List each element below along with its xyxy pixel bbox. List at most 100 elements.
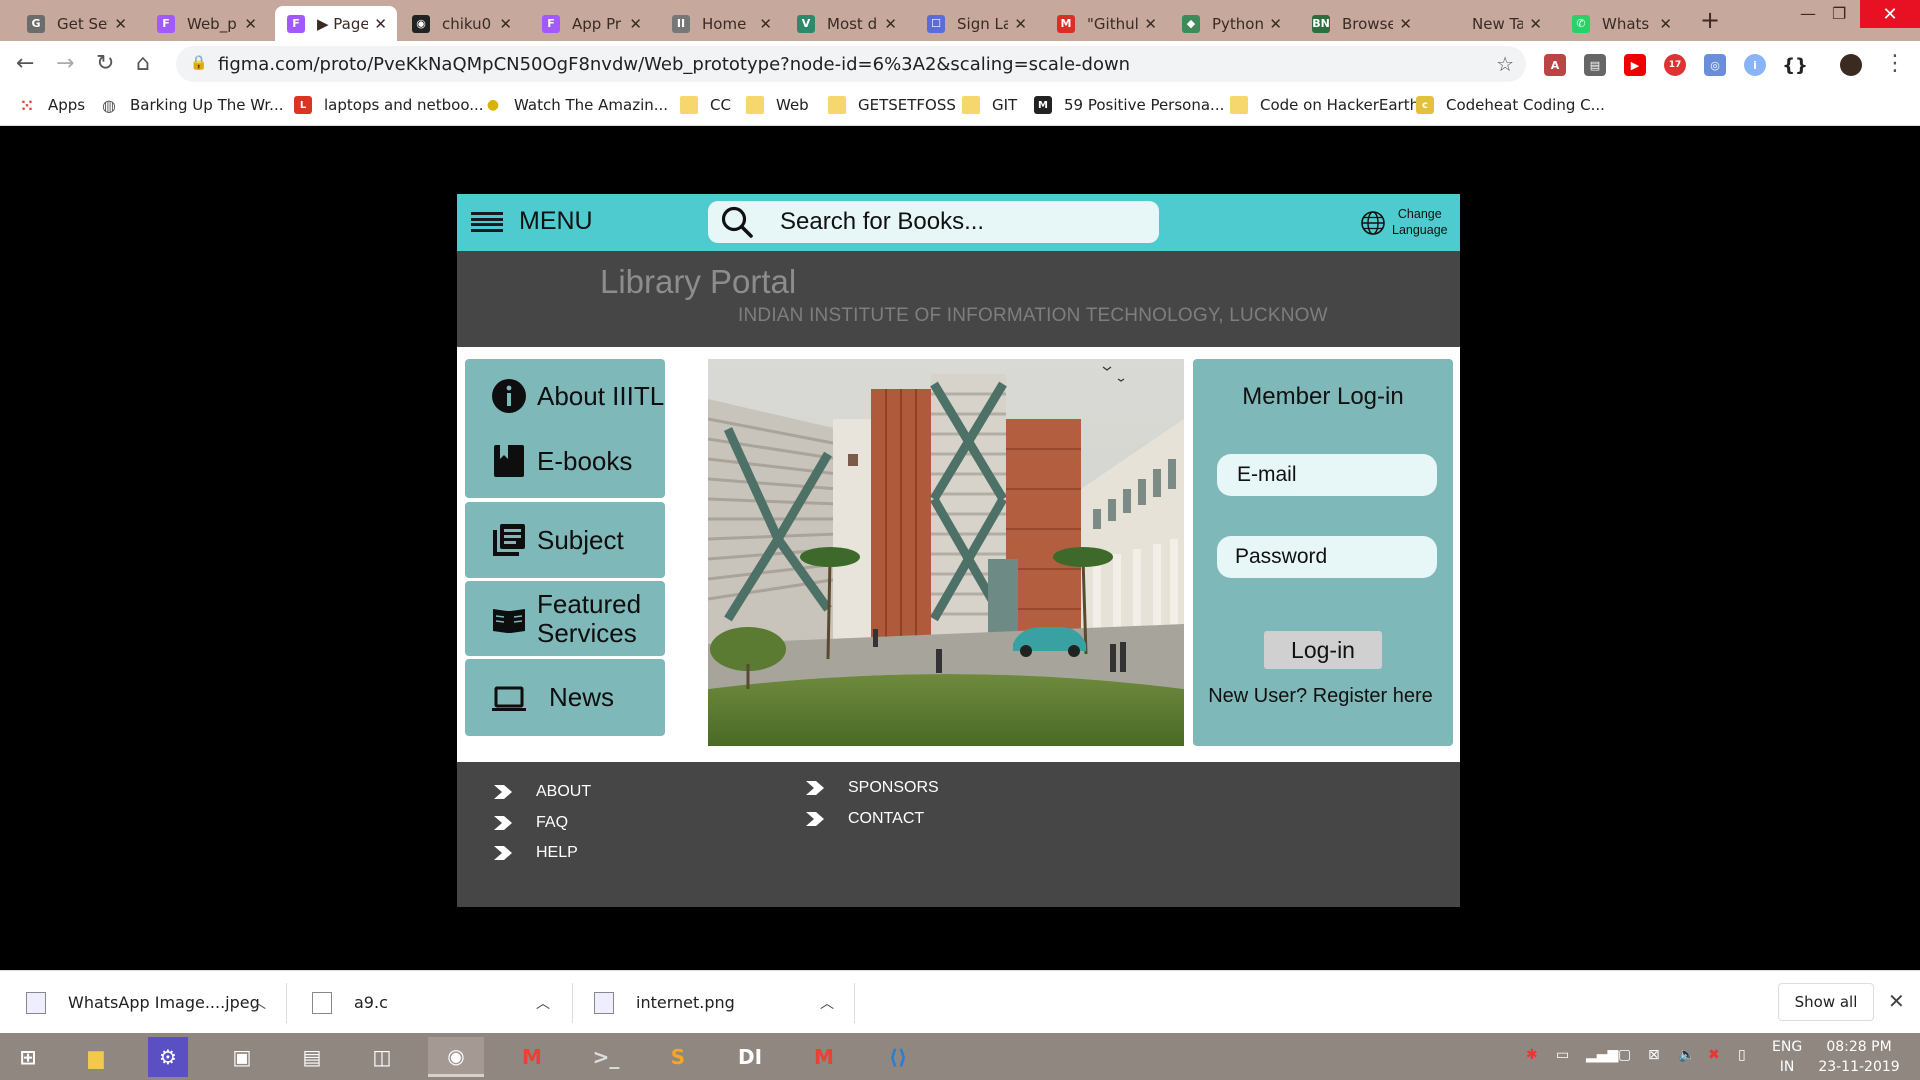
tab-close-icon[interactable]: ✕ <box>374 15 387 33</box>
bookmark-item[interactable]: GIT <box>962 96 1017 114</box>
show-all-downloads-button[interactable]: Show all <box>1778 983 1874 1021</box>
di-app-icon[interactable]: DI <box>722 1037 778 1077</box>
home-icon[interactable]: ⌂ <box>136 51 150 76</box>
browser-tab[interactable]: G Get Set ✕ <box>15 6 137 41</box>
window-close-icon[interactable]: ✕ <box>1860 0 1920 28</box>
tab-close-icon[interactable]: ✕ <box>629 15 642 33</box>
email-field[interactable] <box>1217 454 1437 496</box>
bookmark-item[interactable]: Llaptops and netboo... <box>294 96 484 114</box>
owl-extension-icon[interactable]: ◎ <box>1704 54 1726 76</box>
hamburger-menu-icon[interactable] <box>471 212 503 232</box>
tab-close-icon[interactable]: ✕ <box>1144 15 1157 33</box>
tab-close-icon[interactable]: ✕ <box>1014 15 1027 33</box>
new-tab-button[interactable]: + <box>1700 6 1720 34</box>
json-extension-icon[interactable]: {} <box>1782 54 1808 76</box>
footer-link-sponsors[interactable]: SPONSORS <box>806 779 939 797</box>
footer-link-about[interactable]: ABOUT <box>494 783 591 801</box>
bookmark-item[interactable]: ● Watch The Amazin... <box>484 96 668 114</box>
maximize-icon[interactable]: ❐ <box>1832 4 1846 23</box>
info-extension-icon[interactable]: i <box>1744 54 1766 76</box>
file-explorer-icon[interactable]: ▆ <box>68 1037 124 1077</box>
terminal-icon[interactable]: >_ <box>578 1037 634 1077</box>
computer-icon[interactable]: ▣ <box>214 1037 270 1077</box>
footer-link-help[interactable]: HELP <box>494 844 578 862</box>
bookmark-item[interactable]: ◍ Barking Up The Wr... <box>100 96 283 115</box>
display-tray-icon[interactable]: ▢ <box>1618 1047 1631 1063</box>
browser-tab[interactable]: II Home | ✕ <box>660 6 782 41</box>
signal-tray-icon[interactable]: ▂▄▆ <box>1586 1047 1618 1063</box>
footer-link-contact[interactable]: CONTACT <box>806 810 924 828</box>
tab-close-icon[interactable]: ✕ <box>759 15 772 33</box>
close-icon[interactable]: ✕ <box>1888 989 1905 1013</box>
sublime-text-icon[interactable]: S <box>650 1037 706 1077</box>
url-text[interactable]: figma.com/proto/PveKkNaQMpCN50OgF8nvdw/W… <box>218 54 1130 75</box>
reload-icon[interactable]: ↻ <box>96 51 114 76</box>
browser-tab[interactable]: F Web_p ✕ <box>145 6 267 41</box>
system-clock[interactable]: 08:28 PM 23-11-2019 <box>1816 1037 1902 1077</box>
bookmark-item[interactable]: Web <box>746 96 809 114</box>
search-icon[interactable] <box>720 205 754 239</box>
gmail-icon[interactable]: M <box>504 1037 560 1077</box>
sidebar-item-featured-services[interactable]: Featured Services <box>465 581 665 656</box>
antivirus-tray-icon[interactable]: ✱ <box>1526 1047 1538 1063</box>
change-language-button[interactable]: Change Language <box>1360 206 1460 240</box>
download-item[interactable]: internet.png ︿ <box>594 971 834 1034</box>
sidebar-item-subject[interactable]: Subject <box>465 502 665 578</box>
profile-avatar[interactable] <box>1840 54 1862 76</box>
bookmark-item[interactable]: ⁙ Apps <box>18 96 85 115</box>
download-item[interactable]: a9.c ︿ <box>312 971 550 1034</box>
browser-tab[interactable]: F ▶ Page ✕ <box>275 6 397 41</box>
vscode-icon[interactable]: ⟨⟩ <box>870 1037 926 1077</box>
tab-close-icon[interactable]: ✕ <box>244 15 257 33</box>
browser-tab[interactable]: V Most d ✕ <box>785 6 907 41</box>
browser-tab[interactable]: M "Githul ✕ <box>1045 6 1167 41</box>
browser-tab[interactable]: BN Browse ✕ <box>1300 6 1422 41</box>
sidebar-item-ebooks[interactable]: E-books <box>465 424 665 498</box>
chrome-menu-icon[interactable]: ⋮ <box>1884 51 1906 76</box>
login-button[interactable]: Log-in <box>1264 631 1382 669</box>
notification-extension-icon[interactable]: 17 <box>1664 54 1686 76</box>
footer-link-faq[interactable]: FAQ <box>494 814 568 832</box>
youtube-extension-icon[interactable]: ▶ <box>1624 54 1646 76</box>
tab-close-icon[interactable]: ✕ <box>114 15 127 33</box>
bookmark-star-icon[interactable]: ☆ <box>1496 52 1514 76</box>
browser-tab[interactable]: ◉ chiku0 ✕ <box>400 6 522 41</box>
volume-icon[interactable]: 🔈 <box>1678 1047 1695 1063</box>
password-field[interactable] <box>1217 536 1437 578</box>
browser-tab[interactable]: ☐ Sign La ✕ <box>915 6 1037 41</box>
tab-close-icon[interactable]: ✕ <box>884 15 897 33</box>
download-item[interactable]: WhatsApp Image....jpeg ︿ <box>26 971 266 1034</box>
address-bar[interactable]: 🔒 figma.com/proto/PveKkNaQMpCN50OgF8nvdw… <box>176 46 1526 82</box>
browser-tab[interactable]: F App Pr ✕ <box>530 6 652 41</box>
chevron-up-icon[interactable]: ︿ <box>536 993 550 1013</box>
network-disconnected-icon[interactable]: ⊠ <box>1648 1047 1660 1063</box>
back-icon[interactable]: ← <box>16 51 34 76</box>
tab-close-icon[interactable]: ✕ <box>499 15 512 33</box>
pdf-extension-icon[interactable]: A <box>1544 54 1566 76</box>
language-indicator[interactable]: ENG IN <box>1772 1037 1802 1077</box>
minimize-icon[interactable]: — <box>1800 4 1816 23</box>
bookmark-item[interactable]: GETSETFOSS <box>828 96 956 114</box>
chrome-icon[interactable]: ◉ <box>428 1037 484 1077</box>
menu-label[interactable]: MENU <box>519 207 593 236</box>
tab-close-icon[interactable]: ✕ <box>1399 15 1412 33</box>
browser-tab[interactable]: ✆ Whats ✕ <box>1560 6 1682 41</box>
sidebar-item-about[interactable]: About IIITL <box>465 359 665 433</box>
bookmark-item[interactable]: M 59 Positive Persona... <box>1034 96 1224 114</box>
gmail-icon[interactable]: M <box>796 1037 852 1077</box>
browser-tab[interactable]: ◆ Python ✕ <box>1170 6 1292 41</box>
bookmark-item[interactable]: c Codeheat Coding C... <box>1416 96 1605 114</box>
tab-close-icon[interactable]: ✕ <box>1529 15 1542 33</box>
chevron-up-icon[interactable]: ︿ <box>252 993 266 1013</box>
settings-gear-icon[interactable]: ⚙ <box>148 1037 188 1077</box>
browser-tab[interactable]: New Tab ✕ <box>1430 6 1552 41</box>
search-input[interactable] <box>780 206 1140 238</box>
monitor-icon[interactable]: ◫ <box>354 1037 410 1077</box>
bookmark-item[interactable]: Code on HackerEarth <box>1230 96 1419 114</box>
network-icon[interactable]: ▤ <box>284 1037 340 1077</box>
chevron-up-icon[interactable]: ︿ <box>820 993 834 1013</box>
windows-start-icon[interactable]: ⊞ <box>0 1037 56 1077</box>
alert-tray-icon[interactable]: ✖ <box>1708 1047 1720 1063</box>
sidebar-item-news[interactable]: News <box>465 659 665 736</box>
battery-level-icon[interactable]: ▯ <box>1738 1047 1746 1063</box>
